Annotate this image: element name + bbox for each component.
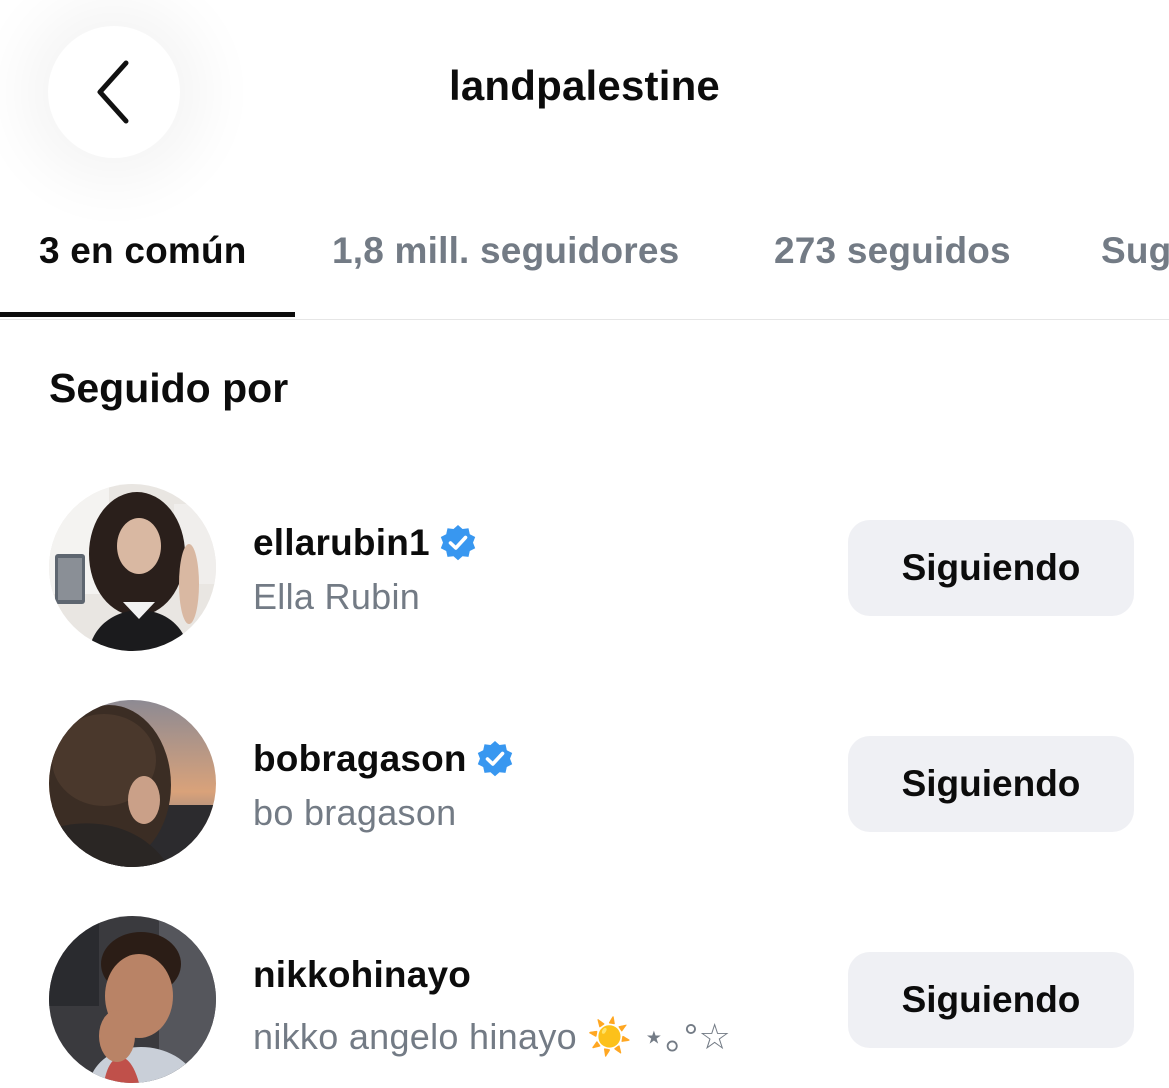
tab-followers[interactable]: 1,8 mill. seguidores: [332, 230, 679, 272]
tab-in-common[interactable]: 3 en común: [39, 230, 247, 272]
username: bobragason: [253, 738, 467, 779]
username-link[interactable]: ellarubin1: [253, 522, 478, 564]
verified-badge-icon: [438, 523, 478, 563]
active-tab-indicator: [0, 312, 295, 317]
username-link[interactable]: bobragason: [253, 738, 515, 780]
tab-following[interactable]: 273 seguidos: [774, 230, 1011, 272]
verified-badge-icon: [475, 739, 515, 779]
full-name: nikko angelo hinayo ☀️ ⋆｡°☆: [253, 1016, 732, 1057]
following-button[interactable]: Siguiendo: [848, 736, 1134, 832]
avatar[interactable]: [49, 484, 216, 651]
full-name: Ella Rubin: [253, 576, 421, 617]
username: ellarubin1: [253, 522, 430, 563]
profile-photo: [49, 700, 216, 867]
profile-photo: [49, 484, 216, 651]
section-title: Seguido por: [49, 365, 289, 411]
full-name: bo bragason: [253, 792, 457, 833]
following-button[interactable]: Siguiendo: [848, 952, 1134, 1048]
tab-suggested[interactable]: Sug: [1101, 230, 1169, 272]
username: nikkohinayo: [253, 954, 472, 995]
list-item: ellarubin1 Ella Rubin Siguiendo: [0, 484, 1169, 654]
username-link[interactable]: nikkohinayo: [253, 954, 471, 996]
following-button[interactable]: Siguiendo: [848, 520, 1134, 616]
profile-photo: [49, 916, 216, 1083]
tab-bar: 3 en común 1,8 mill. seguidores 273 segu…: [0, 210, 1169, 320]
list-item: bobragason bo bragason Siguiendo: [0, 700, 1169, 870]
avatar[interactable]: [49, 916, 216, 1083]
page-title: landpalestine: [448, 62, 720, 109]
list-item: nikkohinayo nikko angelo hinayo ☀️ ⋆｡°☆ …: [0, 916, 1169, 1086]
following-page: landpalestine 3 en común 1,8 mill. segui…: [0, 0, 1169, 1088]
avatar[interactable]: [49, 700, 216, 867]
